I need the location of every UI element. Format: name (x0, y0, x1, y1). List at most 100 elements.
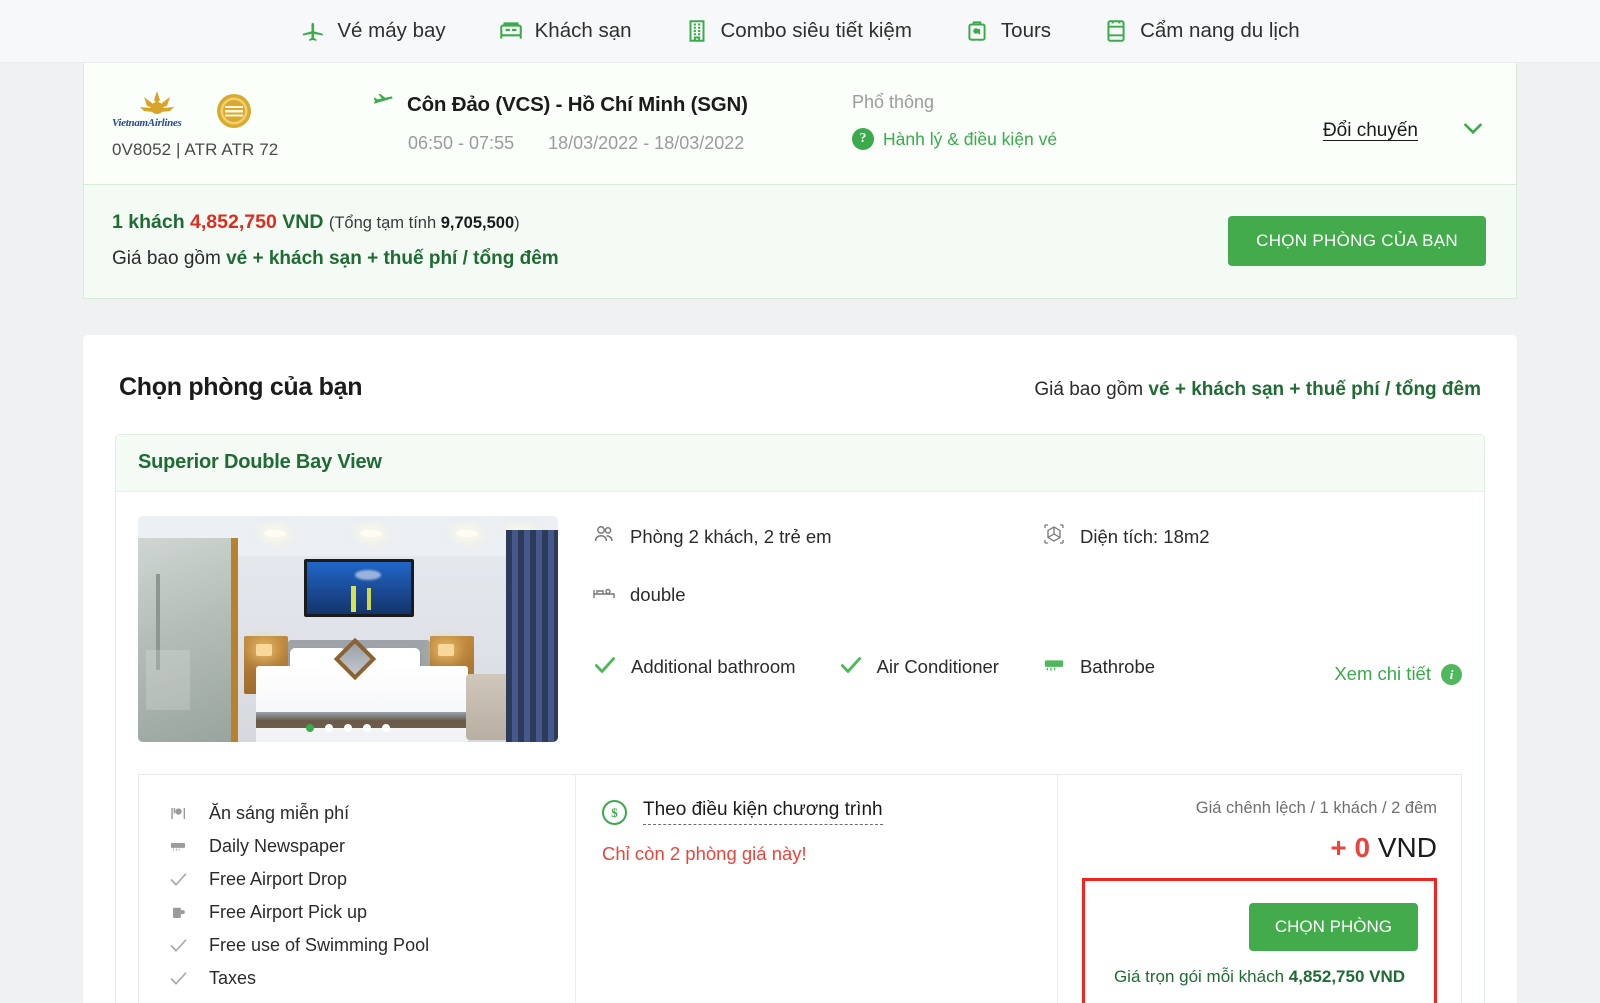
list-item: Ăn sáng miễn phí (167, 797, 565, 830)
nav-label: Vé máy bay (337, 19, 446, 42)
nav-item-hotels[interactable]: Khách sạn (498, 18, 632, 44)
air-conditioner-icon (1041, 654, 1067, 681)
nav-label: Combo siêu tiết kiệm (720, 19, 912, 42)
list-item: Daily Newspaper (167, 830, 565, 863)
bed-icon (592, 580, 616, 609)
price-per-pax: 4,852,750 (190, 211, 277, 233)
vietnam-airlines-logo-icon: VietnamAirlines (112, 91, 198, 131)
airplane-icon (300, 18, 326, 44)
area-text: Diện tích: 18m2 (1080, 525, 1210, 547)
condition-title[interactable]: Theo điều kiện chương trình (643, 799, 883, 826)
amenity-label: Free Airport Pick up (209, 902, 368, 923)
passenger-count: 1 khách (112, 211, 185, 233)
price-difference-amount: 0 (1354, 832, 1371, 864)
flight-number: 0V8052 | ATR ATR 72 (112, 140, 279, 159)
amenity-air-conditioner: Air Conditioner (838, 652, 999, 683)
route-title: Côn Đảo (VCS) - Hồ Chí Minh (SGN) (407, 93, 748, 116)
carousel-dot[interactable] (306, 724, 314, 733)
page-title: Chọn phòng của bạn (119, 373, 363, 402)
includes-detail: vé + khách sạn + thuế phí / tổng đêm (226, 247, 559, 269)
carousel-dot[interactable] (344, 724, 352, 733)
chevron-down-icon[interactable] (1460, 115, 1486, 146)
amenity-label: Taxes (209, 968, 257, 989)
baggage-conditions-link[interactable]: ? Hành lý & điều kiện vé (852, 128, 1256, 150)
price-includes-line: Giá bao gồm vé + khách sạn + thuế phí / … (112, 244, 559, 275)
amenity-label: Ăn sáng miễn phí (209, 803, 350, 824)
check-icon (167, 968, 189, 989)
nav-item-travel-guide[interactable]: Cẩm nang du lịch (1103, 18, 1300, 44)
area-icon (1042, 522, 1066, 551)
flight-time: 06:50 - 07:55 (408, 133, 515, 153)
room-specs: Phòng 2 khách, 2 trẻ em Diện tích: 18m2 (592, 516, 1462, 742)
amenity-additional-bathroom: Additional bathroom (592, 652, 796, 683)
price-difference-currency: VND (1377, 832, 1437, 864)
amenity-label: Bathrobe (1079, 656, 1156, 678)
spec-area: Diện tích: 18m2 (1042, 522, 1210, 551)
building-icon (684, 18, 710, 44)
amenity-label: Free Airport Drop (209, 869, 348, 890)
package-price: Giá trọn gói mỗi khách 4,852,750 VND (1101, 967, 1418, 987)
select-room-button[interactable]: CHỌN PHÒNG (1248, 903, 1418, 952)
question-mark-icon: ? (852, 128, 874, 150)
select-room-highlight-box: CHỌN PHÒNG Giá trọn gói mỗi khách 4,852,… (1082, 878, 1437, 1003)
hotel-bed-icon (498, 18, 524, 44)
spec-occupancy: Phòng 2 khách, 2 trẻ em (592, 522, 1042, 551)
list-item: Free Airport Pick up (167, 896, 565, 929)
change-flight-block: Đổi chuyến (1256, 89, 1486, 146)
people-icon (592, 522, 616, 551)
amenity-label: Free use of Swimming Pool (209, 935, 430, 956)
includes-prefix: Giá bao gồm (112, 247, 221, 269)
airline-logo-text: VietnamAirlines (112, 117, 182, 129)
subtotal-close: ) (514, 214, 520, 232)
spec-bed: double (592, 580, 1462, 609)
award-medal-icon (216, 93, 252, 129)
nav-label: Khách sạn (534, 19, 632, 42)
nav-label: Cẩm nang du lịch (1140, 19, 1300, 42)
book-icon (1103, 18, 1129, 44)
note-detail: vé + khách sạn + thuế phí / tổng đêm (1148, 379, 1481, 401)
check-icon (167, 869, 189, 890)
price-summary-strip: 1 khách 4,852,750 VND (Tổng tạm tính 9,7… (83, 185, 1517, 300)
nav-item-flights[interactable]: Vé máy bay (300, 18, 446, 44)
room-name: Superior Double Bay View (138, 451, 382, 474)
carousel-dot[interactable] (382, 724, 390, 733)
nav-label: Tours (1000, 19, 1052, 42)
change-flight-link[interactable]: Đổi chuyến (1323, 120, 1418, 142)
package-prefix: Giá trọn gói mỗi khách (1113, 967, 1285, 987)
price-summary-line: 1 khách 4,852,750 VND (Tổng tạm tính 9,7… (112, 207, 559, 239)
bed-text: double (630, 583, 686, 605)
carousel-dot[interactable] (363, 724, 371, 733)
view-details-label: Xem chi tiết (1334, 663, 1431, 685)
carousel-dots[interactable] (306, 724, 390, 733)
cabin-block: Phổ thông ? Hành lý & điều kiện vé (852, 89, 1256, 150)
refund-policy-icon: $ (602, 799, 627, 825)
room-card: Superior Double Bay View Phòng 2 khách, … (115, 434, 1485, 1003)
flight-summary-card: VietnamAirlines 0V8052 | ATR ATR 72 Côn … (83, 63, 1517, 185)
amenity-label: Air Conditioner (876, 656, 999, 678)
cabin-class: Phổ thông (852, 92, 935, 112)
select-your-room-button[interactable]: CHỌN PHÒNG CỦA BẠN (1228, 215, 1486, 266)
occupancy-text: Phòng 2 khách, 2 trẻ em (630, 525, 832, 547)
info-icon: i (1441, 663, 1462, 685)
check-icon (838, 652, 864, 683)
check-icon (592, 652, 618, 683)
room-card-header: Superior Double Bay View (116, 435, 1484, 493)
carousel-dot[interactable] (325, 724, 333, 733)
room-offer-row: Ăn sáng miễn phí Daily Newspaper Free Ai… (138, 774, 1462, 1003)
list-item: Taxes (167, 962, 565, 995)
check-icon (167, 935, 189, 956)
airplane-route-icon (372, 91, 395, 119)
view-details-link[interactable]: Xem chi tiết i (1334, 649, 1462, 685)
room-photo-carousel[interactable] (138, 516, 558, 743)
suitcase-icon (964, 18, 990, 44)
baggage-label: Hành lý & điều kiện vé (883, 128, 1058, 149)
nav-item-tours[interactable]: Tours (964, 18, 1051, 44)
availability-warning: Chỉ còn 2 phòng giá này! (602, 843, 807, 865)
price-difference-sign: + (1330, 832, 1347, 864)
inline-amenities: Additional bathroom Air Conditioner Bath… (592, 649, 1462, 685)
price-currency: VND (282, 211, 324, 233)
list-item: Free use of Swimming Pool (167, 929, 565, 962)
list-item: Free Airport Drop (167, 863, 565, 896)
nav-item-combo[interactable]: Combo siêu tiết kiệm (684, 18, 912, 44)
package-amount: 4,852,750 VND (1288, 967, 1406, 987)
